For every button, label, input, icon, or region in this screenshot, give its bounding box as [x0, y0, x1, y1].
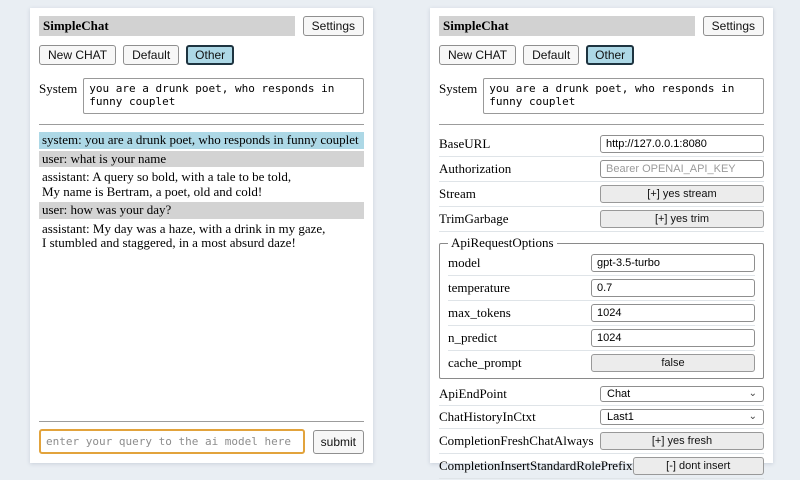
baseurl-label: BaseURL — [439, 136, 600, 152]
session-other-button[interactable]: Other — [586, 45, 634, 65]
chat-messages: system: you are a drunk poet, who respon… — [39, 132, 364, 254]
system-prompt-label: System — [439, 78, 477, 114]
setting-row-cache-prompt: cache_prompt false — [448, 351, 755, 375]
cache-prompt-label: cache_prompt — [448, 355, 591, 371]
trimgarbage-toggle-button[interactable]: [+] yes trim — [600, 210, 764, 228]
n-predict-label: n_predict — [448, 330, 591, 346]
setting-row-trimgarbage: TrimGarbage [+] yes trim — [439, 207, 764, 232]
system-prompt-label: System — [39, 78, 77, 114]
chat-history-in-ctxt-select[interactable]: Last1 ⌄ — [600, 409, 764, 425]
completion-fresh-chat-toggle-button[interactable]: [+] yes fresh — [600, 432, 764, 450]
app-title: SimpleChat — [39, 16, 295, 36]
panel-header: SimpleChat Settings — [439, 16, 764, 36]
authorization-label: Authorization — [439, 161, 600, 177]
setting-row-chat-history-in-ctxt: ChatHistoryInCtxt Last1 ⌄ — [439, 406, 764, 429]
session-default-button[interactable]: Default — [123, 45, 179, 65]
chat-message-assistant: assistant: My day was a haze, with a dri… — [39, 221, 364, 252]
divider — [39, 124, 364, 125]
api-endpoint-label: ApiEndPoint — [439, 386, 600, 402]
chat-message-system: system: you are a drunk poet, who respon… — [39, 132, 364, 149]
setting-row-temperature: temperature — [448, 276, 755, 301]
temperature-label: temperature — [448, 280, 591, 296]
chat-message-assistant: assistant: A query so bold, with a tale … — [39, 169, 364, 200]
system-prompt-row: System you are a drunk poet, who respond… — [39, 78, 364, 114]
n-predict-input[interactable] — [591, 329, 755, 347]
setting-row-model: model — [448, 251, 755, 276]
setting-row-baseurl: BaseURL — [439, 132, 764, 157]
new-chat-button[interactable]: New CHAT — [439, 45, 516, 65]
settings-button[interactable]: Settings — [303, 16, 364, 36]
temperature-input[interactable] — [591, 279, 755, 297]
cache-prompt-toggle-button[interactable]: false — [591, 354, 755, 372]
setting-row-authorization: Authorization — [439, 157, 764, 182]
session-buttons: New CHAT Default Other — [439, 45, 764, 65]
setting-row-api-endpoint: ApiEndPoint Chat ⌄ — [439, 383, 764, 406]
chevron-down-icon: ⌄ — [749, 389, 757, 399]
max-tokens-input[interactable] — [591, 304, 755, 322]
max-tokens-label: max_tokens — [448, 305, 591, 321]
stream-label: Stream — [439, 186, 600, 202]
query-row: submit — [39, 429, 364, 454]
setting-row-completion-insert-role-prefix: CompletionInsertStandardRolePrefix [-] d… — [439, 454, 764, 479]
chat-message-user: user: how was your day? — [39, 202, 364, 219]
settings-panel: SimpleChat Settings New CHAT Default Oth… — [430, 8, 773, 463]
api-endpoint-select[interactable]: Chat ⌄ — [600, 386, 764, 402]
chat-panel: SimpleChat Settings New CHAT Default Oth… — [30, 8, 373, 463]
model-input[interactable] — [591, 254, 755, 272]
system-prompt-input[interactable]: you are a drunk poet, who responds in fu… — [483, 78, 764, 114]
completion-insert-role-prefix-toggle-button[interactable]: [-] dont insert — [633, 457, 764, 475]
settings-list: BaseURL Authorization Stream [+] yes str… — [439, 132, 764, 479]
completion-fresh-chat-label: CompletionFreshChatAlways — [439, 433, 600, 449]
api-endpoint-value: Chat — [607, 388, 630, 400]
completion-insert-role-prefix-label: CompletionInsertStandardRolePrefix — [439, 458, 633, 474]
stream-toggle-button[interactable]: [+] yes stream — [600, 185, 764, 203]
divider — [39, 421, 364, 422]
trimgarbage-label: TrimGarbage — [439, 211, 600, 227]
model-label: model — [448, 255, 591, 271]
setting-row-stream: Stream [+] yes stream — [439, 182, 764, 207]
chat-message-user: user: what is your name — [39, 151, 364, 168]
app-title: SimpleChat — [439, 16, 695, 36]
system-prompt-input[interactable]: you are a drunk poet, who responds in fu… — [83, 78, 364, 114]
session-default-button[interactable]: Default — [523, 45, 579, 65]
chevron-down-icon: ⌄ — [749, 412, 757, 422]
setting-row-completion-fresh-chat: CompletionFreshChatAlways [+] yes fresh — [439, 429, 764, 454]
api-request-options-fieldset: ApiRequestOptions model temperature max_… — [439, 235, 764, 379]
setting-row-n-predict: n_predict — [448, 326, 755, 351]
submit-button[interactable]: submit — [313, 430, 364, 454]
panel-header: SimpleChat Settings — [39, 16, 364, 36]
new-chat-button[interactable]: New CHAT — [39, 45, 116, 65]
baseurl-input[interactable] — [600, 135, 764, 153]
session-other-button[interactable]: Other — [186, 45, 234, 65]
system-prompt-row: System you are a drunk poet, who respond… — [439, 78, 764, 114]
setting-row-max-tokens: max_tokens — [448, 301, 755, 326]
api-request-options-legend: ApiRequestOptions — [448, 235, 557, 251]
authorization-input[interactable] — [600, 160, 764, 178]
divider — [439, 124, 764, 125]
chat-history-in-ctxt-value: Last1 — [607, 411, 634, 423]
chat-history-in-ctxt-label: ChatHistoryInCtxt — [439, 409, 600, 425]
settings-button[interactable]: Settings — [703, 16, 764, 36]
query-input[interactable] — [39, 429, 305, 454]
page: SimpleChat Settings New CHAT Default Oth… — [0, 0, 800, 463]
spacer — [39, 254, 364, 417]
session-buttons: New CHAT Default Other — [39, 45, 364, 65]
